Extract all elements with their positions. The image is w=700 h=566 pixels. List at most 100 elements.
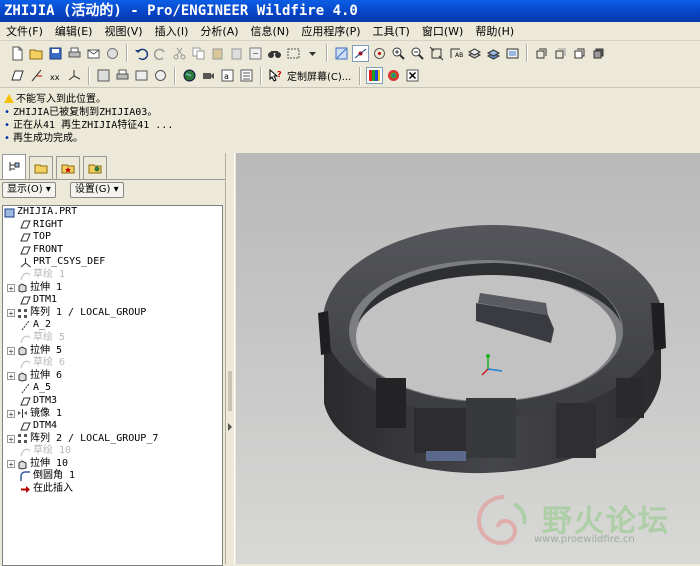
new-file-icon[interactable] [9,45,26,62]
redo-icon[interactable] [152,45,169,62]
reorient-icon[interactable]: AB [447,45,464,62]
tab-model-tree[interactable] [2,154,26,179]
plane-datum-icon[interactable] [9,67,26,84]
copy-icon[interactable] [190,45,207,62]
tree-item[interactable]: RIGHT [3,219,222,232]
menu-view[interactable]: 视图(V) [98,23,148,39]
tree-item[interactable]: TOP [3,231,222,244]
tree-item[interactable]: A_2 [3,319,222,332]
send-email-icon[interactable] [85,45,102,62]
tree-item[interactable]: + 拉伸 6 [3,370,222,383]
paste-special-icon[interactable] [228,45,245,62]
no-hidden-icon[interactable] [571,45,588,62]
menu-tools[interactable]: 工具(T) [367,23,416,39]
print-preview-icon[interactable] [114,67,131,84]
tree-item[interactable]: DTM1 [3,294,222,307]
color-appearance-icon[interactable] [366,67,384,84]
menu-applications[interactable]: 应用程序(P) [295,23,366,39]
tree-item[interactable]: + 阵列 2 / LOCAL_GROUP_7 [3,433,222,446]
tree-item[interactable]: A_5 [3,382,222,395]
refresh-display-icon[interactable] [95,67,112,84]
menu-info[interactable]: 信息(N) [245,23,296,39]
tab-favorites[interactable] [56,156,80,179]
tree-item[interactable]: DTM3 [3,395,222,408]
csys-datum-icon[interactable] [66,67,83,84]
spin-center-icon[interactable] [352,44,369,62]
zoom-in-icon[interactable] [390,45,407,62]
favorites-star-icon [61,164,75,174]
chevron-down-icon[interactable] [304,45,321,62]
tree-item[interactable]: + 拉伸 1 [3,282,222,295]
settings-dropdown[interactable]: 设置(G) ▾ [69,182,124,198]
open-folder-icon[interactable] [28,45,45,62]
collapse-arrow-icon[interactable] [228,423,232,431]
tree-item[interactable]: 草绘 1 [3,269,222,282]
image-icon[interactable] [133,67,150,84]
view-manager-icon[interactable] [504,45,521,62]
menu-edit[interactable]: 编辑(E) [49,23,99,39]
tab-folder-browser[interactable] [29,156,53,179]
print-icon[interactable] [66,45,83,62]
saved-views-icon[interactable] [466,45,483,62]
trail-icon[interactable] [152,67,169,84]
globe-icon[interactable] [181,67,198,84]
expand-icon[interactable]: + [7,283,15,292]
menu-analysis[interactable]: 分析(A) [194,23,244,39]
regenerate-icon[interactable] [247,45,264,62]
wireframe-icon[interactable] [533,45,550,62]
menu-insert[interactable]: 插入(I) [149,23,195,39]
expand-icon[interactable]: + [7,346,15,355]
tab-connections[interactable] [83,156,107,179]
point-datum-icon[interactable]: xx [47,67,64,84]
cut-icon[interactable] [171,45,188,62]
expand-icon[interactable]: + [7,309,15,318]
expand-icon[interactable]: + [7,460,15,469]
chrome-ball-icon[interactable] [385,67,402,84]
graphics-window[interactable]: 野火论坛 www.proewildfire.cn [236,153,700,564]
expand-icon[interactable]: + [7,434,15,443]
show-dropdown[interactable]: 显示(O) ▾ [2,182,56,198]
context-help-icon[interactable]: ? [267,67,284,84]
mirror-icon [16,408,28,419]
layer-tree-icon[interactable] [238,67,255,84]
tree-item[interactable]: 倒圆角 1 [3,470,222,483]
hidden-line-icon[interactable] [552,45,569,62]
selection-box-icon[interactable] [285,45,302,62]
undo-icon[interactable] [133,45,150,62]
menu-window[interactable]: 窗口(W) [416,23,469,39]
tree-item[interactable]: FRONT [3,244,222,257]
menu-help[interactable]: 帮助(H) [469,23,520,39]
axis-datum-icon[interactable] [28,67,45,84]
camera-icon[interactable] [200,67,217,84]
tree-item[interactable]: 草绘 6 [3,357,222,370]
orient-mode-icon[interactable] [371,45,388,62]
find-icon[interactable] [266,45,283,62]
tree-item-insert-here[interactable]: 在此插入 [3,483,222,496]
close-window-icon[interactable] [404,67,421,84]
tree-item[interactable]: + 拉伸 5 [3,345,222,358]
pane-splitter[interactable] [225,153,235,564]
tree-item[interactable]: + 拉伸 10 [3,458,222,471]
tree-item[interactable]: ZHIJIA.PRT [3,206,222,219]
layers-icon[interactable] [485,45,502,62]
customize-screen-button[interactable]: 定制屏幕(C)... [287,68,351,83]
main-toolbar: AB [0,41,700,65]
expand-icon[interactable]: + [7,409,15,418]
save-icon[interactable] [47,45,64,62]
tree-item[interactable]: + 镜像 1 [3,408,222,421]
zoom-out-icon[interactable] [409,45,426,62]
repaint-icon[interactable] [333,45,350,62]
tree-item[interactable]: 草绘 10 [3,445,222,458]
menu-file[interactable]: 文件(F) [0,23,49,39]
tree-item[interactable]: PRT_CSYS_DEF [3,256,222,269]
send-link-icon[interactable] [104,45,121,62]
tree-item[interactable]: + 阵列 1 / LOCAL_GROUP [3,307,222,320]
model-tree-icon[interactable]: a [219,67,236,84]
refit-icon[interactable] [428,45,445,62]
shading-icon[interactable] [590,45,607,62]
paste-icon[interactable] [209,45,226,62]
tree-item[interactable]: 草绘 5 [3,332,222,345]
tree-item[interactable]: DTM4 [3,420,222,433]
splitter-grip[interactable] [228,371,232,411]
expand-icon[interactable]: + [7,372,15,381]
